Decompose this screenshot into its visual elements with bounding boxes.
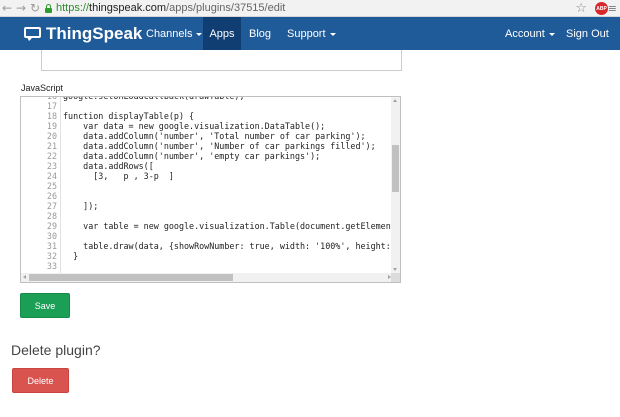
code-line[interactable]: var data = new google.visualization.Data… (63, 121, 325, 131)
nav-blog[interactable]: Blog (241, 17, 279, 50)
line-number: 29 (46, 221, 57, 231)
scroll-up-arrow-icon[interactable] (393, 99, 397, 102)
line-number: 24 (46, 171, 57, 181)
browser-toolbar: ← → ↻ https://thingspeak.com/apps/plugin… (0, 0, 620, 17)
line-number: 19 (46, 121, 57, 131)
brand-logo[interactable]: ThingSpeak (24, 17, 142, 50)
code-line[interactable]: data.addColumn('number', 'Total number o… (63, 131, 365, 141)
address-bar[interactable]: https://thingspeak.com/apps/plugins/3751… (44, 1, 285, 16)
horizontal-scroll-thumb[interactable] (29, 274, 233, 281)
line-number: 32 (46, 251, 57, 261)
nav-sign-out[interactable]: Sign Out (558, 17, 617, 50)
code-line[interactable]: data.addColumn('number', 'empty car park… (63, 151, 320, 161)
scroll-down-arrow-icon[interactable] (393, 268, 397, 271)
code-line[interactable]: google.setOnLoadCallback(drawTable); (63, 97, 245, 101)
horizontal-scrollbar[interactable] (21, 273, 393, 282)
scroll-left-arrow-icon[interactable] (23, 275, 26, 279)
adblock-icon[interactable]: ABP (595, 2, 608, 15)
brand-name: ThingSpeak (46, 23, 143, 43)
code-line[interactable]: data.addRows([ (63, 161, 154, 171)
code-line[interactable]: table.draw(data, {showRowNumber: true, w… (63, 241, 400, 251)
nav-blog-label: Blog (249, 27, 272, 40)
nav-support[interactable]: Support (279, 17, 344, 50)
caret-down-icon (329, 32, 336, 36)
line-number: 17 (46, 101, 57, 111)
nav-apps-label: Apps (209, 27, 235, 40)
nav-support-label: Support (287, 27, 326, 40)
line-number: 23 (46, 161, 57, 171)
forward-arrow-icon[interactable]: → (14, 0, 28, 17)
line-number: 26 (46, 191, 57, 201)
line-number: 18 (46, 111, 57, 121)
line-number: 27 (46, 201, 57, 211)
line-number: 31 (46, 241, 57, 251)
line-number: 21 (46, 141, 57, 151)
bookmark-star-icon[interactable]: ☆ (575, 0, 587, 17)
main-navbar: ThingSpeak Channels Apps Blog Support Ac… (0, 17, 620, 50)
scrollbar-corner (391, 273, 400, 282)
vertical-scrollbar[interactable] (391, 97, 400, 273)
code-line[interactable]: } (63, 251, 78, 261)
chat-bubble-icon (24, 26, 42, 41)
caret-down-icon (548, 32, 555, 36)
url-protocol: https:// (56, 2, 90, 14)
delete-plugin-heading: Delete plugin? (11, 342, 101, 358)
line-number: 30 (46, 231, 57, 241)
code-line[interactable]: [3, p , 3-p ] (63, 171, 174, 181)
nav-sign-out-label: Sign Out (566, 27, 609, 40)
code-line[interactable]: function displayTable(p) { (63, 111, 194, 121)
line-number: 20 (46, 131, 57, 141)
back-arrow-icon[interactable]: ← (0, 0, 14, 17)
nav-account-label: Account (505, 27, 545, 40)
save-button[interactable]: Save (20, 293, 70, 318)
line-number: 33 (46, 261, 57, 271)
nav-channels-label: Channels (146, 27, 193, 40)
url-host: thingspeak.com (89, 2, 167, 14)
code-line[interactable]: ]); (63, 201, 98, 211)
code-line[interactable]: var table = new google.visualization.Tab… (63, 221, 400, 231)
nav-apps[interactable]: Apps (203, 17, 241, 50)
caret-down-icon (196, 32, 203, 36)
html-editor-bottom[interactable] (41, 50, 402, 71)
javascript-section-label: JavaScript (21, 83, 64, 93)
refresh-icon[interactable]: ↻ (28, 0, 42, 17)
url-path: /apps/plugins/37515/edit (166, 2, 286, 14)
line-number: 28 (46, 211, 57, 221)
nav-channels[interactable]: Channels (138, 17, 210, 50)
delete-button[interactable]: Delete (12, 368, 69, 393)
nav-account[interactable]: Account (497, 17, 563, 50)
line-number: 22 (46, 151, 57, 161)
browser-menu-icon[interactable]: ≡ (608, 0, 617, 17)
vertical-scroll-thumb[interactable] (392, 145, 399, 192)
code-line[interactable]: data.addColumn('number', 'Number of car … (63, 141, 375, 151)
lock-icon (44, 3, 53, 13)
javascript-code-editor[interactable]: 16 google.setOnLoadCallback(drawTable); 17… (20, 96, 401, 283)
line-number: 25 (46, 181, 57, 191)
